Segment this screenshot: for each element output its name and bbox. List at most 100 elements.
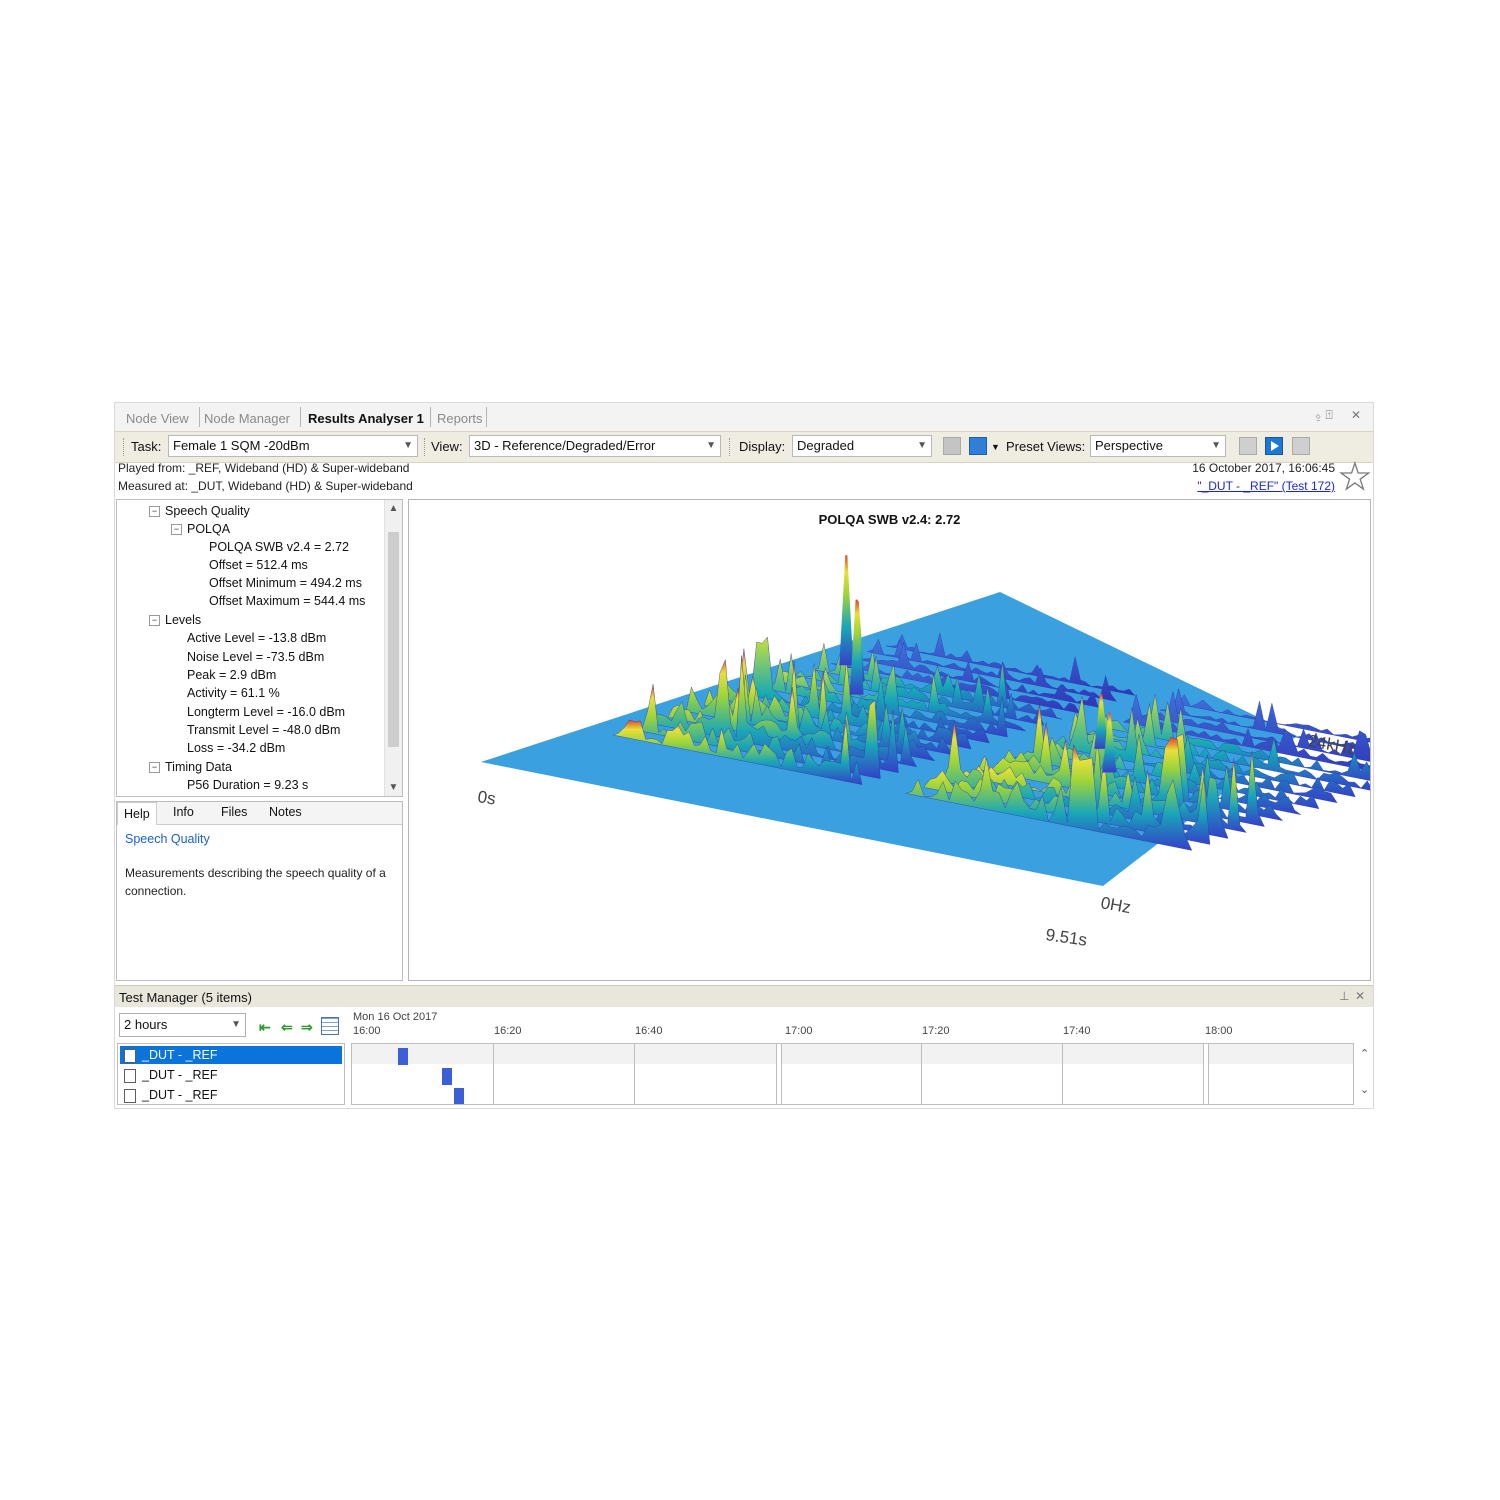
time-range-value: 2 hours xyxy=(124,1017,168,1032)
list-item-label: _DUT - _REF xyxy=(142,1088,218,1102)
toolbar-grip xyxy=(424,438,426,456)
tree-scrollbar[interactable]: ▲ ▼ xyxy=(384,500,402,796)
toolbar-grip xyxy=(123,438,125,456)
view-select[interactable]: 3D - Reference/Degraded/Error ▼ xyxy=(469,435,721,457)
timeline-scrollbar[interactable]: ⌃ ⌄ xyxy=(1356,1043,1372,1105)
spectrogram-spike xyxy=(839,555,854,666)
first-page-icon[interactable]: ⇤ xyxy=(259,1019,271,1036)
favourite-star-icon[interactable]: ★ xyxy=(1338,458,1372,495)
tab-separator xyxy=(486,407,487,427)
list-item[interactable]: _DUT - _REF xyxy=(120,1046,342,1064)
help-panel: Help Info Files Notes Speech Quality Mea… xyxy=(116,801,403,981)
display-label: Display: xyxy=(739,439,786,454)
tree-leaf-p56-duration[interactable]: P56 Duration = 9.23 s xyxy=(187,778,308,792)
task-select-value: Female 1 SQM -20dBm xyxy=(173,438,310,453)
collapse-icon[interactable]: − xyxy=(149,762,160,774)
tab-node-view[interactable]: Node View xyxy=(126,409,189,429)
spectrogram-chart-panel[interactable]: POLQA SWB v2.4: 2.72 0s 9.51s 0Hz 24kHz xyxy=(408,499,1371,981)
tab-reports[interactable]: Reports xyxy=(437,409,483,429)
tab-files[interactable]: Files xyxy=(221,805,247,819)
tree-leaf-noise-level[interactable]: Noise Level = -73.5 dBm xyxy=(187,650,324,664)
toolbar-grip xyxy=(729,438,731,456)
tree-node-timing-data[interactable]: − Timing Data xyxy=(149,760,232,774)
file-icon xyxy=(124,1088,136,1103)
timeline-divider xyxy=(776,1044,782,1104)
tree-leaf-activity[interactable]: Activity = 61.1 % xyxy=(187,686,280,700)
stop-icon[interactable] xyxy=(1239,437,1257,455)
tree-leaf-offset-minimum[interactable]: Offset Minimum = 494.2 ms xyxy=(209,576,362,590)
file-icon xyxy=(124,1048,136,1063)
test-link[interactable]: "_DUT - _REF" (Test 172) xyxy=(1197,479,1335,493)
tab-results-analyser[interactable]: Results Analyser 1 xyxy=(308,409,424,429)
tree-scrollbar-thumb[interactable] xyxy=(388,532,399,747)
collapse-icon[interactable]: − xyxy=(149,615,160,627)
scroll-down-icon[interactable]: ⌄ xyxy=(1356,1083,1373,1096)
previous-icon[interactable]: ⇐ xyxy=(281,1019,293,1036)
task-select[interactable]: Female 1 SQM -20dBm ▼ xyxy=(168,435,418,457)
tree-leaf-offset[interactable]: Offset = 512.4 ms xyxy=(209,558,308,572)
tree-node-levels[interactable]: − Levels xyxy=(149,613,201,627)
calendar-icon[interactable] xyxy=(321,1017,339,1035)
axis-time-end: 9.51s xyxy=(1044,925,1088,950)
chevron-down-icon: ▼ xyxy=(403,440,413,451)
copy-chart-icon[interactable] xyxy=(969,437,987,455)
collapse-icon[interactable]: − xyxy=(171,524,182,536)
display-select[interactable]: Degraded ▼ xyxy=(792,435,932,457)
pin-icon[interactable]: ⊥ xyxy=(1339,989,1349,1003)
timeline-tick: 17:20 xyxy=(922,1025,950,1037)
tab-notes[interactable]: Notes xyxy=(269,805,302,819)
play-icon[interactable] xyxy=(1265,437,1283,455)
image-export-icon[interactable] xyxy=(943,437,961,455)
timeline-tick: 17:40 xyxy=(1063,1025,1091,1037)
test-list: _DUT - _REF _DUT - _REF _DUT - _REF xyxy=(117,1043,345,1105)
chevron-down-icon: ▼ xyxy=(231,1019,241,1030)
tab-info[interactable]: Info xyxy=(173,805,194,819)
tab-scroll-arrows-icon[interactable]: ⍚ ⍐ xyxy=(1315,408,1333,423)
display-select-value: Degraded xyxy=(797,438,855,453)
close-tab-icon[interactable]: ✕ xyxy=(1351,408,1361,422)
tab-separator xyxy=(300,407,301,427)
pause-icon[interactable] xyxy=(1292,437,1310,455)
dropdown-arrow-icon[interactable]: ▼ xyxy=(991,442,1000,452)
scroll-up-icon[interactable]: ▲ xyxy=(385,503,402,514)
chevron-down-icon: ▼ xyxy=(917,440,927,451)
tree-leaf-longterm-level[interactable]: Longterm Level = -16.0 dBm xyxy=(187,705,345,719)
timeline-tick: 16:00 xyxy=(353,1025,381,1037)
tree-node-speech-quality[interactable]: − Speech Quality xyxy=(149,504,250,518)
scroll-up-icon[interactable]: ⌃ xyxy=(1356,1047,1373,1060)
tab-help[interactable]: Help xyxy=(117,802,157,825)
test-run-marker[interactable] xyxy=(442,1068,452,1085)
tree-node-label: Timing Data xyxy=(165,760,232,774)
test-run-marker[interactable] xyxy=(398,1048,408,1065)
tree-leaf-polqa-score[interactable]: POLQA SWB v2.4 = 2.72 xyxy=(209,540,349,554)
timeline-grid[interactable] xyxy=(351,1043,1354,1105)
help-title: Speech Quality xyxy=(125,832,210,846)
scroll-down-icon[interactable]: ▼ xyxy=(385,782,402,793)
next-icon[interactable]: ⇒ xyxy=(301,1019,313,1036)
axis-time-start: 0s xyxy=(476,787,496,808)
list-item[interactable]: _DUT - _REF xyxy=(120,1066,342,1084)
timeline-divider xyxy=(493,1044,494,1104)
tree-leaf-peak[interactable]: Peak = 2.9 dBm xyxy=(187,668,276,682)
play-glyph-icon xyxy=(1271,441,1279,451)
result-timestamp: 16 October 2017, 16:06:45 xyxy=(1192,461,1335,475)
list-item[interactable]: _DUT - _REF xyxy=(120,1086,342,1104)
collapse-icon[interactable]: − xyxy=(149,506,160,518)
timeline-divider xyxy=(921,1044,922,1104)
tree-leaf-transmit-level[interactable]: Transmit Level = -48.0 dBm xyxy=(187,723,340,737)
spectrogram-3d-plot: 0s 9.51s 0Hz 24kHz xyxy=(476,555,1370,950)
preset-views-select[interactable]: Perspective ▼ xyxy=(1090,435,1226,457)
tab-node-manager[interactable]: Node Manager xyxy=(204,409,290,429)
preset-views-label: Preset Views: xyxy=(1006,439,1086,454)
tree-node-label: Speech Quality xyxy=(165,504,250,518)
file-icon xyxy=(124,1068,136,1083)
tree-leaf-loss[interactable]: Loss = -34.2 dBm xyxy=(187,741,285,755)
tree-leaf-offset-maximum[interactable]: Offset Maximum = 544.4 ms xyxy=(209,594,365,608)
list-item-label: _DUT - _REF xyxy=(142,1048,218,1062)
timeline-divider xyxy=(1203,1044,1209,1104)
close-panel-icon[interactable]: ✕ xyxy=(1355,989,1365,1003)
tree-leaf-active-level[interactable]: Active Level = -13.8 dBm xyxy=(187,631,326,645)
tree-node-polqa[interactable]: − POLQA xyxy=(171,522,230,536)
test-run-marker[interactable] xyxy=(454,1088,464,1104)
time-range-select[interactable]: 2 hours ▼ xyxy=(119,1013,246,1037)
